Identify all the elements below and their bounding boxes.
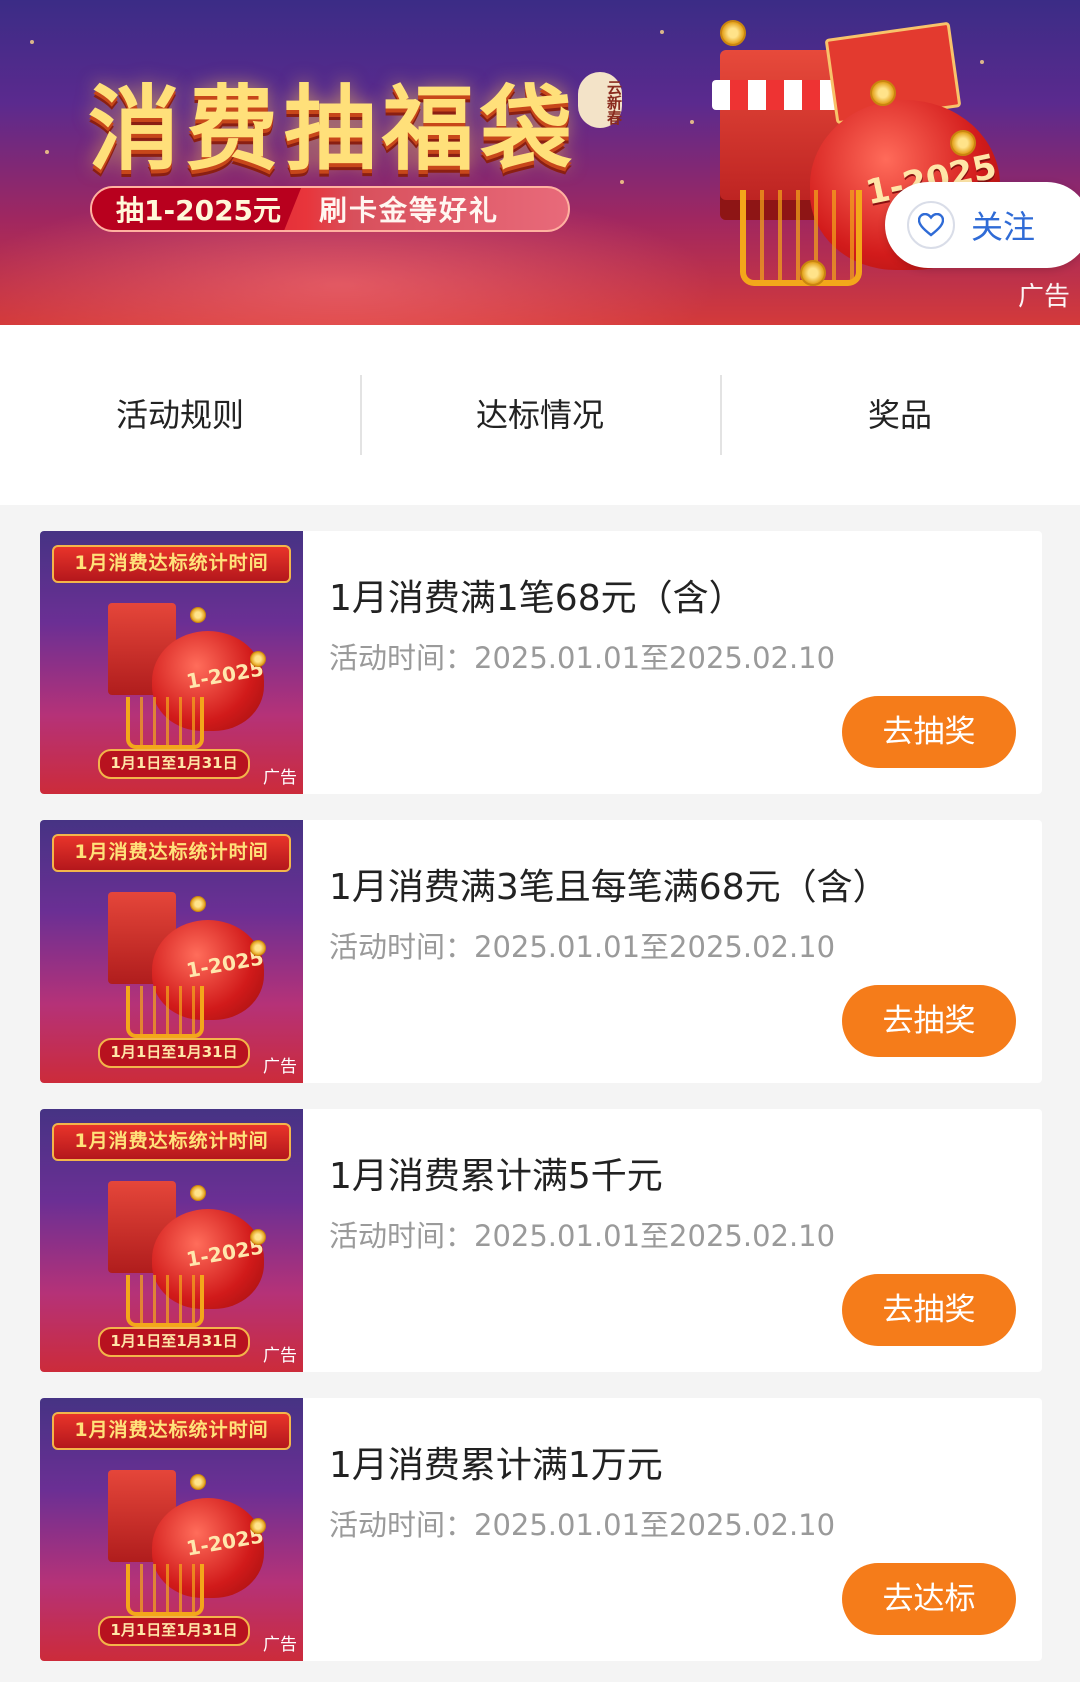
coin-icon [950,130,976,156]
draw-button[interactable]: 去抽奖 [842,985,1016,1057]
heart-icon [907,201,955,249]
follow-label: 关注 [971,208,1036,246]
coin-icon [870,80,896,106]
thumbnail-date: 1月1日至1月31日 [98,749,250,779]
qualify-button[interactable]: 去达标 [842,1563,1016,1635]
coin-icon [190,607,206,623]
tab-qualification-status[interactable]: 达标情况 [360,375,720,455]
activity-time: 活动时间：2025.01.01至2025.02.10 [329,1219,836,1253]
activity-title: 1月消费满3笔且每笔满68元（含） [329,867,889,908]
activity-time: 活动时间：2025.01.01至2025.02.10 [329,641,836,675]
coin-icon [250,651,266,667]
activity-thumbnail: 1月消费达标统计时间 1-2025 1月1日至1月31日 广告 [40,531,303,794]
activity-list: 1月消费达标统计时间 1-2025 1月1日至1月31日 广告 1月消费满1笔6… [0,505,1080,1661]
ad-tag: 广告 [1017,282,1070,312]
tab-prizes[interactable]: 奖品 [720,375,1080,455]
coin-icon [190,896,206,912]
ad-tag: 广告 [263,1635,297,1655]
coin-icon [800,260,826,286]
activity-thumbnail: 1月消费达标统计时间 1-2025 1月1日至1月31日 广告 [40,1398,303,1661]
promo-banner: 消费抽福袋 云新春 抽1-2025元 刷卡金等好礼 1-2025 关注 广告 [0,0,1080,325]
thumbnail-date: 1月1日至1月31日 [98,1038,250,1068]
activity-info: 1月消费累计满5千元 活动时间：2025.01.01至2025.02.10 去抽… [303,1109,1042,1372]
activity-title: 1月消费累计满5千元 [329,1156,663,1197]
shopping-cart-icon [126,1564,204,1616]
activity-card: 1月消费达标统计时间 1-2025 1月1日至1月31日 广告 1月消费满3笔且… [40,820,1042,1083]
thumbnail-date: 1月1日至1月31日 [98,1616,250,1646]
coin-icon [250,1518,266,1534]
tab-activity-rules[interactable]: 活动规则 [0,375,360,455]
banner-prize-amount: 抽1-2025元 [92,188,302,230]
activity-info: 1月消费满3笔且每笔满68元（含） 活动时间：2025.01.01至2025.0… [303,820,1042,1083]
activity-thumbnail: 1月消费达标统计时间 1-2025 1月1日至1月31日 广告 [40,1109,303,1372]
shopping-cart-icon [126,986,204,1038]
banner-seal: 云新春 [578,72,623,128]
activity-card: 1月消费达标统计时间 1-2025 1月1日至1月31日 广告 1月消费累计满5… [40,1109,1042,1372]
coin-icon [190,1185,206,1201]
banner-title: 消费抽福袋 [88,76,579,183]
coin-icon [250,1229,266,1245]
thumbnail-heading: 1月消费达标统计时间 [52,834,291,872]
activity-title: 1月消费满1笔68元（含） [329,578,745,619]
ad-tag: 广告 [263,1346,297,1366]
shopping-cart-icon [126,1275,204,1327]
activity-title: 1月消费累计满1万元 [329,1445,663,1486]
activity-info: 1月消费累计满1万元 活动时间：2025.01.01至2025.02.10 去达… [303,1398,1042,1661]
coin-icon [190,1474,206,1490]
draw-button[interactable]: 去抽奖 [842,1274,1016,1346]
shopping-cart-icon [126,697,204,749]
tab-bar: 活动规则 达标情况 奖品 [0,325,1080,505]
ad-tag: 广告 [263,768,297,788]
thumbnail-heading: 1月消费达标统计时间 [52,1123,291,1161]
thumbnail-heading: 1月消费达标统计时间 [52,545,291,583]
activity-card: 1月消费达标统计时间 1-2025 1月1日至1月31日 广告 1月消费满1笔6… [40,531,1042,794]
activity-thumbnail: 1月消费达标统计时间 1-2025 1月1日至1月31日 广告 [40,820,303,1083]
banner-prize-desc: 刷卡金等好礼 [319,194,500,227]
activity-info: 1月消费满1笔68元（含） 活动时间：2025.01.01至2025.02.10… [303,531,1042,794]
banner-prize-pill: 抽1-2025元 刷卡金等好礼 [90,186,570,232]
draw-button[interactable]: 去抽奖 [842,696,1016,768]
activity-time: 活动时间：2025.01.01至2025.02.10 [329,1508,836,1542]
coin-icon [250,940,266,956]
thumbnail-heading: 1月消费达标统计时间 [52,1412,291,1450]
follow-button[interactable]: 关注 [885,182,1080,268]
activity-card: 1月消费达标统计时间 1-2025 1月1日至1月31日 广告 1月消费累计满1… [40,1398,1042,1661]
coin-icon [720,20,746,46]
thumbnail-date: 1月1日至1月31日 [98,1327,250,1357]
ad-tag: 广告 [263,1057,297,1077]
activity-time: 活动时间：2025.01.01至2025.02.10 [329,930,836,964]
